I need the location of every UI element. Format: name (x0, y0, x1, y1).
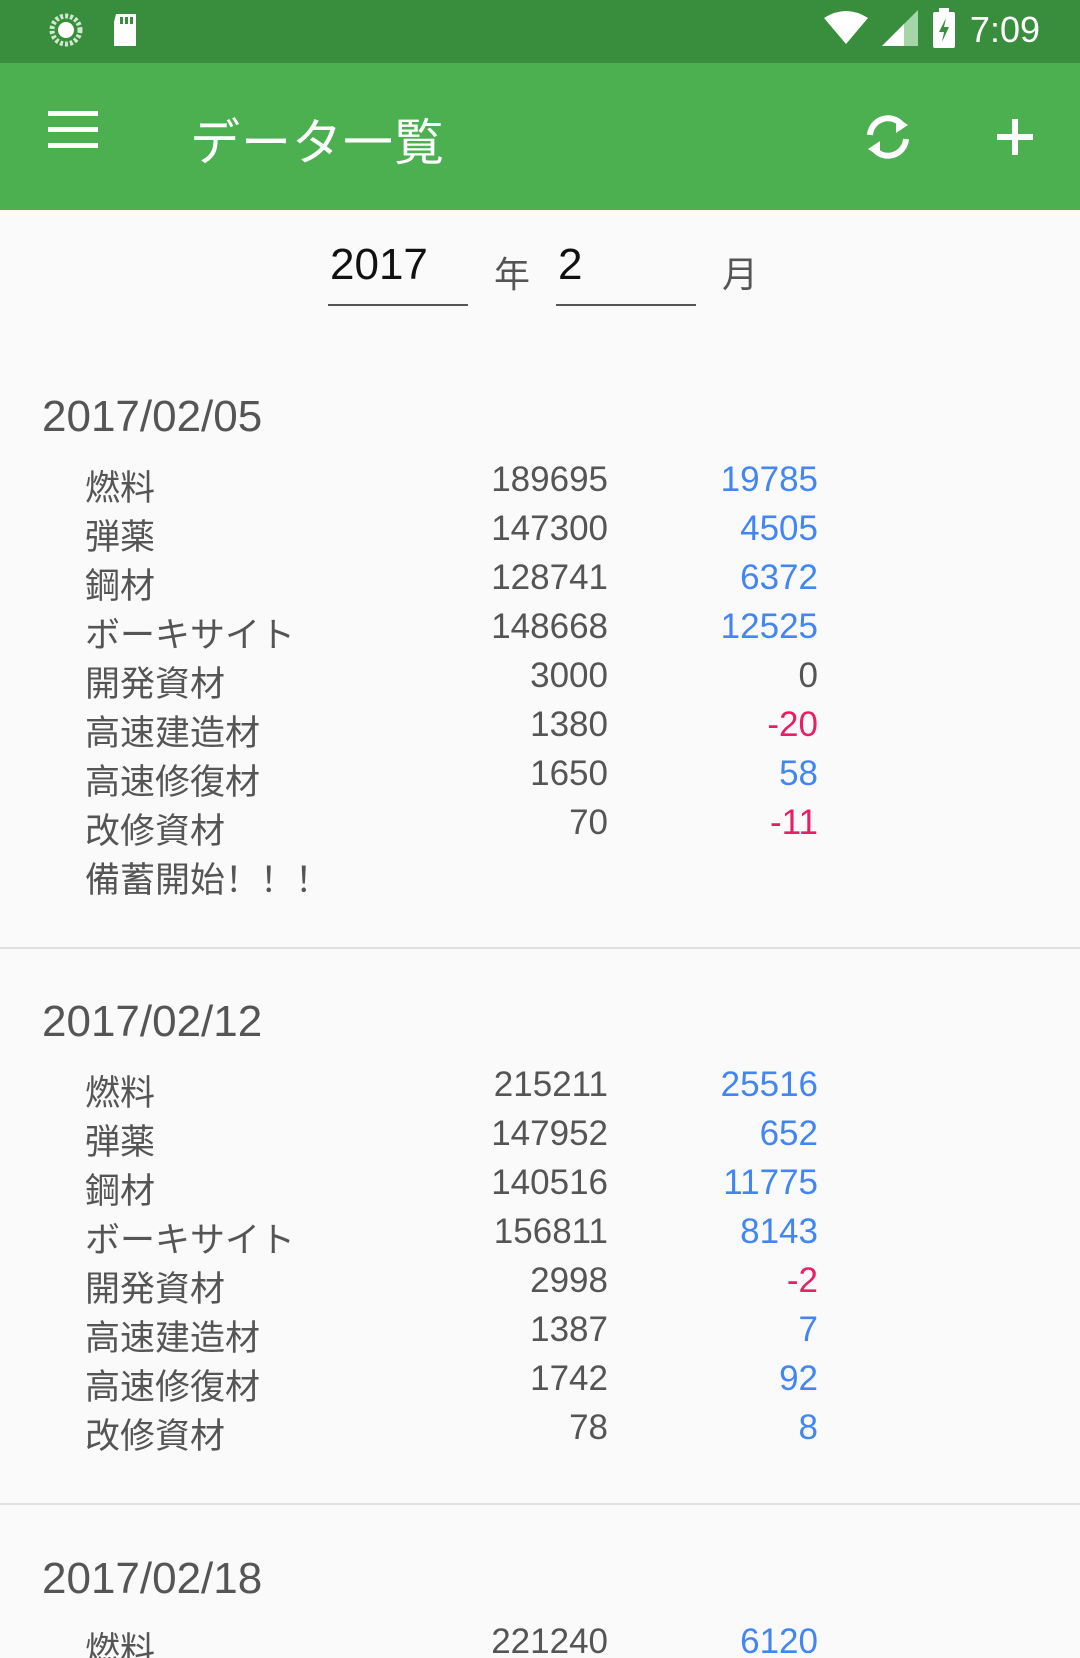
resource-row: 燃料 189695 19785 (0, 460, 1080, 509)
resource-name: 弾薬 (85, 1123, 156, 1163)
resource-row: 高速修復材 1742 92 (0, 1359, 1080, 1408)
record-card[interactable]: 2017/02/18 燃料 221240 6120 (0, 1554, 1080, 1658)
resource-value: 147300 (491, 509, 608, 548)
resource-row: 燃料 221240 6120 (0, 1622, 1080, 1658)
resource-diff: 7 (798, 1310, 818, 1349)
resource-name: 燃料 (85, 1631, 156, 1658)
record-date: 2017/02/12 (42, 997, 263, 1046)
resource-row: 開発資材 3000 0 (0, 656, 1080, 705)
resource-row: 改修資材 70 -11 (0, 803, 1080, 852)
resource-diff: -2 (786, 1261, 818, 1300)
page-title: データ一覧 (190, 114, 445, 172)
resource-value: 156811 (493, 1212, 608, 1251)
resource-diff: 8143 (740, 1212, 818, 1251)
resource-value: 221240 (491, 1622, 608, 1658)
resource-value: 1742 (530, 1359, 608, 1398)
resource-name: 燃料 (85, 1074, 156, 1114)
year-unit-label: 年 (494, 255, 531, 296)
record-note: 備蓄開始！！！ (85, 861, 331, 901)
resource-diff: 19785 (720, 460, 818, 499)
plus-icon (997, 119, 1033, 155)
resource-diff: -11 (770, 803, 818, 842)
resource-diff: 8 (798, 1408, 818, 1447)
resource-value: 148668 (491, 607, 608, 646)
battery-charging-icon (932, 8, 956, 52)
resource-diff: 0 (798, 656, 818, 695)
month-unit-label: 月 (722, 255, 759, 296)
resource-name: 改修資材 (85, 1417, 226, 1457)
resource-value: 2998 (530, 1261, 608, 1300)
resource-diff: 6120 (740, 1622, 818, 1658)
resource-diff: 6372 (740, 558, 818, 597)
divider (0, 1503, 1080, 1505)
resource-diff: 11775 (723, 1163, 818, 1202)
resource-row: 高速建造材 1380 -20 (0, 705, 1080, 754)
menu-icon (48, 111, 98, 116)
resource-value: 70 (569, 803, 608, 842)
resource-row: 弾薬 147300 4505 (0, 509, 1080, 558)
resource-name: 鋼材 (85, 567, 156, 607)
resource-row: 燃料 215211 25516 (0, 1065, 1080, 1114)
resource-value: 78 (569, 1408, 608, 1447)
menu-button[interactable] (40, 111, 100, 161)
resource-value: 128741 (491, 558, 608, 597)
resource-row: 鋼材 140516 11775 (0, 1163, 1080, 1212)
loading-icon (48, 12, 84, 52)
year-input[interactable]: 2017 (328, 240, 468, 306)
resource-name: 開発資材 (85, 665, 226, 705)
resource-row: 高速修復材 1650 58 (0, 754, 1080, 803)
resource-diff: 58 (779, 754, 818, 793)
resource-value: 1650 (530, 754, 608, 793)
resource-row: 開発資材 2998 -2 (0, 1261, 1080, 1310)
resource-name: ボーキサイト (85, 1221, 296, 1261)
resource-diff: 4505 (740, 509, 818, 548)
resource-value: 147952 (491, 1114, 608, 1153)
resource-value: 1387 (530, 1310, 608, 1349)
sd-card-icon (110, 12, 140, 52)
sync-button[interactable] (858, 107, 922, 171)
record-date: 2017/02/18 (42, 1554, 263, 1603)
divider (0, 947, 1080, 949)
status-bar: 7:09 (0, 0, 1080, 63)
resource-row: 鋼材 128741 6372 (0, 558, 1080, 607)
record-date: 2017/02/05 (42, 392, 263, 441)
month-input[interactable]: 2 (556, 240, 696, 306)
resource-value: 1380 (530, 705, 608, 744)
resource-value: 215211 (493, 1065, 608, 1104)
resource-name: 高速修復材 (85, 1368, 261, 1408)
resource-name: 鋼材 (85, 1172, 156, 1212)
date-selector: 2017 年 2 月 (0, 240, 1080, 310)
sync-icon (867, 115, 909, 159)
resource-value: 140516 (491, 1163, 608, 1202)
resource-diff: 652 (759, 1114, 818, 1153)
cell-signal-icon (881, 10, 918, 50)
resource-diff: 25516 (720, 1065, 818, 1104)
app-toolbar: データ一覧 (0, 63, 1080, 210)
resource-name: 改修資材 (85, 812, 226, 852)
resource-row: 弾薬 147952 652 (0, 1114, 1080, 1163)
resource-value: 189695 (491, 460, 608, 499)
resource-name: 高速修復材 (85, 763, 261, 803)
resource-value: 3000 (530, 656, 608, 695)
status-time: 7:09 (969, 9, 1040, 50)
resource-diff: 92 (779, 1359, 818, 1398)
resource-name: 開発資材 (85, 1270, 226, 1310)
resource-row: ボーキサイト 156811 8143 (0, 1212, 1080, 1261)
wifi-icon (823, 10, 868, 50)
resource-row: 高速建造材 1387 7 (0, 1310, 1080, 1359)
resource-name: ボーキサイト (85, 616, 296, 656)
resource-name: 高速建造材 (85, 714, 261, 754)
resource-row: 改修資材 78 8 (0, 1408, 1080, 1457)
add-button[interactable] (985, 107, 1049, 171)
resource-name: 高速建造材 (85, 1319, 261, 1359)
resource-name: 燃料 (85, 469, 156, 509)
resource-name: 弾薬 (85, 518, 156, 558)
resource-diff: 12525 (720, 607, 818, 646)
resource-row: ボーキサイト 148668 12525 (0, 607, 1080, 656)
resource-diff: -20 (767, 705, 818, 744)
